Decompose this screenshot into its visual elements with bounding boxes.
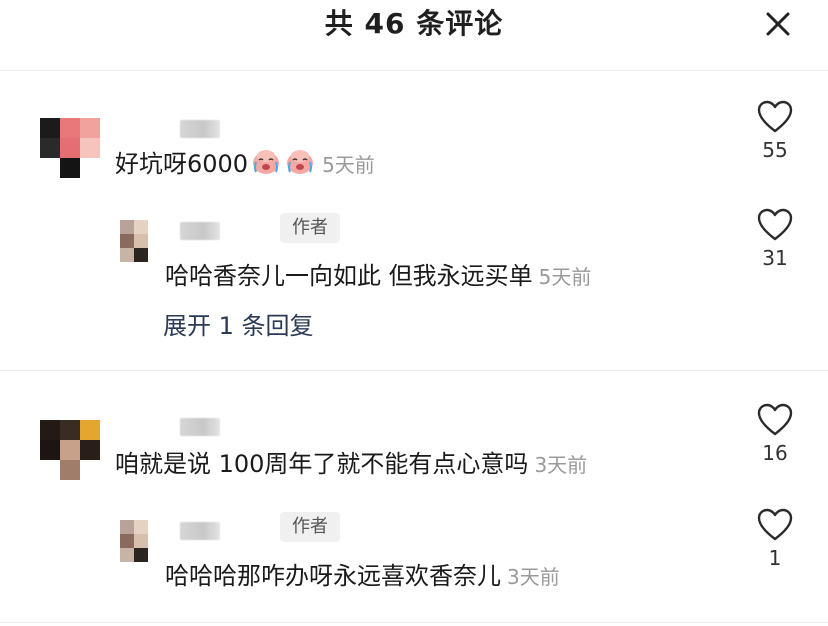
reply-avatar[interactable]	[120, 520, 162, 562]
reply-1-like[interactable]: 31	[745, 208, 805, 270]
bottom-divider	[0, 622, 828, 623]
author-badge: 作者	[280, 512, 340, 542]
heart-icon[interactable]	[757, 100, 793, 134]
like-count: 16	[762, 441, 788, 465]
like-count: 31	[762, 246, 788, 270]
reply-1-body: 哈哈香奈儿一向如此 但我永远买单	[165, 262, 533, 290]
like-count: 55	[762, 138, 788, 162]
author-badge: 作者	[280, 213, 340, 243]
heart-icon[interactable]	[757, 403, 793, 437]
comment-1-body: 好坑呀6000	[115, 150, 249, 178]
crying-face-emoji-icon	[287, 150, 314, 174]
close-icon[interactable]	[760, 6, 796, 42]
comment-1-time: 5天前	[322, 153, 375, 177]
comment-divider	[0, 370, 828, 371]
comment-2-like[interactable]: 16	[745, 403, 805, 465]
reply-1-text: 哈哈香奈儿一向如此 但我永远买单 5天前	[165, 260, 591, 293]
heart-icon[interactable]	[757, 508, 793, 542]
comment-1-like[interactable]: 55	[745, 100, 805, 162]
reply-2-time: 3天前	[507, 565, 560, 589]
comments-header: 共 46 条评论	[0, 0, 828, 70]
header-divider	[0, 70, 828, 71]
reply-avatar[interactable]	[120, 220, 162, 262]
reply-1-time: 5天前	[538, 265, 592, 289]
avatar[interactable]	[40, 118, 100, 178]
reply-2-body: 哈哈哈那咋办呀永远喜欢香奈儿	[165, 562, 501, 590]
comment-2-text: 咱就是说 100周年了就不能有点心意吗 3天前	[115, 448, 587, 481]
username-blurred[interactable]	[180, 120, 220, 138]
like-count: 1	[768, 546, 782, 570]
reply-2-text: 哈哈哈那咋办呀永远喜欢香奈儿 3天前	[165, 560, 560, 593]
comment-2-body: 咱就是说 100周年了就不能有点心意吗	[115, 450, 529, 478]
comment-2-time: 3天前	[534, 453, 588, 477]
comment-1-text: 好坑呀6000 5天前	[115, 146, 375, 181]
crying-face-emoji-icon	[253, 150, 280, 174]
reply-username-blurred[interactable]	[180, 222, 220, 240]
reply-2-like[interactable]: 1	[745, 508, 805, 570]
reply-username-blurred[interactable]	[180, 522, 220, 540]
username-blurred[interactable]	[180, 418, 220, 436]
avatar[interactable]	[40, 420, 100, 480]
heart-icon[interactable]	[757, 208, 793, 242]
expand-replies-link[interactable]: 展开 1 条回复	[163, 310, 314, 342]
comment-count-title: 共 46 条评论	[324, 7, 504, 40]
